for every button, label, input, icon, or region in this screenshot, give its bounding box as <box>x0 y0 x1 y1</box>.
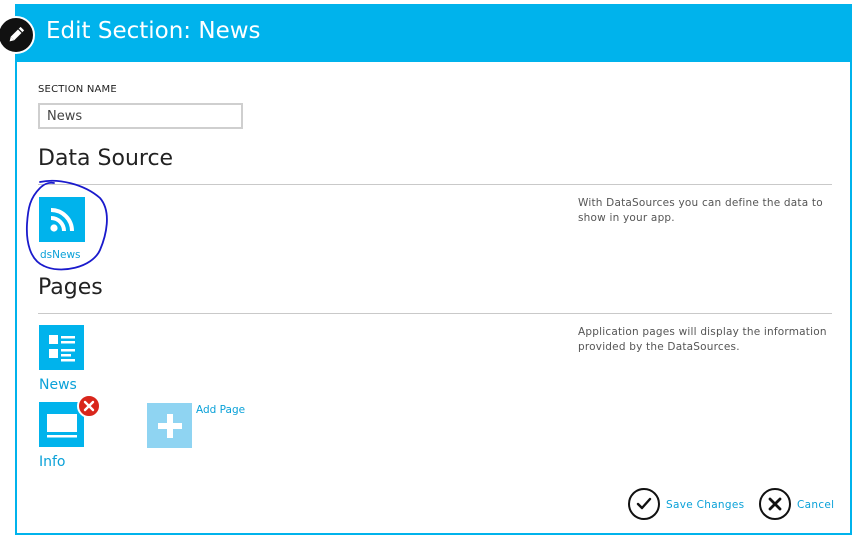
list-page-icon <box>48 334 75 361</box>
pages-help: Application pages will display the infor… <box>578 326 827 353</box>
cancel-label[interactable]: Cancel <box>797 499 834 511</box>
cancel-button[interactable] <box>759 488 791 520</box>
hand-drawn-circle-annotation <box>25 179 108 271</box>
delete-page-button[interactable] <box>77 394 101 418</box>
add-page-tile[interactable] <box>147 403 192 448</box>
page-label-info[interactable]: Info <box>39 454 66 470</box>
section-name-label: SECTION NAME <box>38 84 117 95</box>
save-changes-button[interactable] <box>628 488 660 520</box>
section-name-input[interactable] <box>38 103 243 129</box>
pages-divider <box>38 313 832 314</box>
plus-icon <box>157 413 182 438</box>
data-source-divider <box>38 184 832 185</box>
close-icon <box>768 497 782 511</box>
page-tile-news[interactable] <box>39 325 84 370</box>
pages-heading: Pages <box>38 275 103 300</box>
pencil-icon <box>0 16 35 54</box>
data-source-heading: Data Source <box>38 146 174 171</box>
close-icon <box>83 400 95 412</box>
save-changes-label[interactable]: Save Changes <box>666 499 744 511</box>
add-page-link[interactable]: Add Page <box>196 404 245 416</box>
edit-section-dialog <box>15 4 852 535</box>
dialog-titlebar: Edit Section: News <box>0 4 852 62</box>
detail-page-icon <box>46 413 77 437</box>
dialog-title: Edit Section: News <box>46 18 261 44</box>
data-source-help: With DataSources you can define the data… <box>578 197 823 224</box>
checkmark-icon <box>636 497 652 510</box>
page-label-news[interactable]: News <box>39 377 77 393</box>
